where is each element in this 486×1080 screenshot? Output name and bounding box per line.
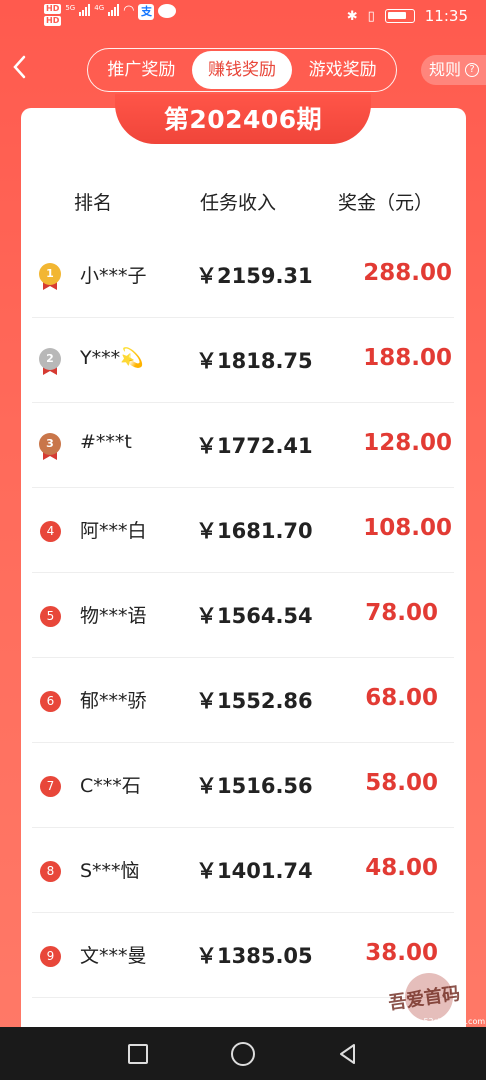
watermark-logo: 吾爱首码 www.52shouma.com <box>380 965 485 1030</box>
wifi-icon: ◠ <box>123 3 135 18</box>
rank-badge: 8 <box>38 858 62 886</box>
rank-badge: 4 <box>38 518 62 546</box>
status-icons-right: ✱ ▯ 11:35 <box>347 7 468 25</box>
task-income: ￥1385.05 <box>196 944 313 968</box>
column-prize: 奖金（元） <box>338 192 434 214</box>
rank-badge: 6 <box>38 688 62 716</box>
rules-label: 规则 <box>429 60 462 79</box>
signal-icon-2 <box>108 4 120 16</box>
rank-badge: 5 <box>38 603 62 631</box>
task-income: ￥1681.70 <box>196 519 313 543</box>
help-icon: ? <box>465 63 480 77</box>
user-name: #***t <box>80 431 132 453</box>
prize-amount: 68.00 <box>365 685 438 711</box>
status-icons-left: HD HD 5G 4G ◠ 支 <box>44 3 177 26</box>
user-name: C***石 <box>80 775 141 797</box>
user-name: 阿***白 <box>80 520 147 542</box>
chevron-left-icon <box>13 55 26 79</box>
status-bar: HD HD 5G 4G ◠ 支 ✱ ▯ 11:35 <box>0 0 486 34</box>
battery-icon <box>384 9 415 23</box>
rank-badge: 7 <box>38 773 62 801</box>
triangle-back-icon <box>340 1044 355 1064</box>
system-nav-bar <box>0 1027 486 1080</box>
rank-badge: 9 <box>38 943 62 971</box>
hd-badge-2: HD <box>44 16 62 26</box>
prize-amount: 128.00 <box>363 430 452 456</box>
table-row: 7 C***石 ￥1516.56 58.00 <box>32 743 454 828</box>
gold-medal-icon: 1 <box>38 263 62 291</box>
signal-label-1: 5G <box>65 4 76 12</box>
task-income: ￥1818.75 <box>196 349 313 373</box>
tab-earning-reward[interactable]: 赚钱奖励 <box>191 51 293 89</box>
rules-button[interactable]: 规则 ? <box>421 55 486 85</box>
user-name: 物***语 <box>80 605 147 627</box>
user-name: 文***曼 <box>80 945 147 967</box>
prize-amount: 48.00 <box>365 855 438 881</box>
prize-amount: 78.00 <box>365 600 438 626</box>
prize-amount: 108.00 <box>363 515 452 541</box>
signal-label-2: 4G <box>94 4 105 12</box>
vibrate-icon: ▯ <box>367 8 375 24</box>
task-income: ￥1772.41 <box>196 434 313 458</box>
task-income: ￥1516.56 <box>196 774 313 798</box>
table-row: 1 小***子 ￥2159.31 288.00 <box>32 233 454 318</box>
silver-medal-icon: 2 <box>38 348 62 376</box>
back-nav-button[interactable] <box>336 1042 360 1066</box>
bluetooth-icon: ✱ <box>346 8 358 24</box>
task-income: ￥2159.31 <box>196 264 313 288</box>
prize-amount: 288.00 <box>363 260 452 286</box>
period-title: 第202406期 <box>115 94 371 144</box>
watermark-url: www.52shouma.com <box>402 1017 486 1026</box>
column-income: 任务收入 <box>200 192 277 214</box>
prize-amount: 188.00 <box>363 345 452 371</box>
message-icon <box>158 4 177 18</box>
bronze-medal-icon: 3 <box>38 433 62 461</box>
user-name: 小***子 <box>80 265 147 287</box>
task-income: ￥1401.74 <box>196 859 313 883</box>
user-name: Y***💫 <box>80 347 144 369</box>
table-row: 8 S***恼 ￥1401.74 48.00 <box>32 828 454 913</box>
home-button[interactable] <box>231 1042 255 1066</box>
task-income: ￥1552.86 <box>196 689 313 713</box>
back-button[interactable] <box>10 54 34 84</box>
tab-game-reward[interactable]: 游戏奖励 <box>292 51 393 89</box>
recent-apps-button[interactable] <box>128 1044 148 1064</box>
reward-tabs: 推广奖励 赚钱奖励 游戏奖励 <box>87 48 397 92</box>
table-row: 6 郁***骄 ￥1552.86 68.00 <box>32 658 454 743</box>
task-income: ￥1564.54 <box>196 604 313 628</box>
column-rank: 排名 <box>74 192 113 214</box>
prize-amount: 38.00 <box>365 940 438 966</box>
table-row: 5 物***语 ￥1564.54 78.00 <box>32 573 454 658</box>
status-time: 11:35 <box>424 7 468 25</box>
prize-amount: 58.00 <box>365 770 438 796</box>
user-name: S***恼 <box>80 860 140 882</box>
table-row: 4 阿***白 ￥1681.70 108.00 <box>32 488 454 573</box>
table-row: 2 Y***💫 ￥1818.75 188.00 <box>32 318 454 403</box>
tab-promotion-reward[interactable]: 推广奖励 <box>91 51 192 89</box>
table-row: 3 #***t ￥1772.41 128.00 <box>32 403 454 488</box>
hd-badge: HD <box>44 4 62 14</box>
signal-icon <box>79 4 91 16</box>
user-name: 郁***骄 <box>80 690 147 712</box>
alipay-icon: 支 <box>138 4 155 20</box>
table-header: 排名 任务收入 奖金（元） <box>0 182 486 222</box>
